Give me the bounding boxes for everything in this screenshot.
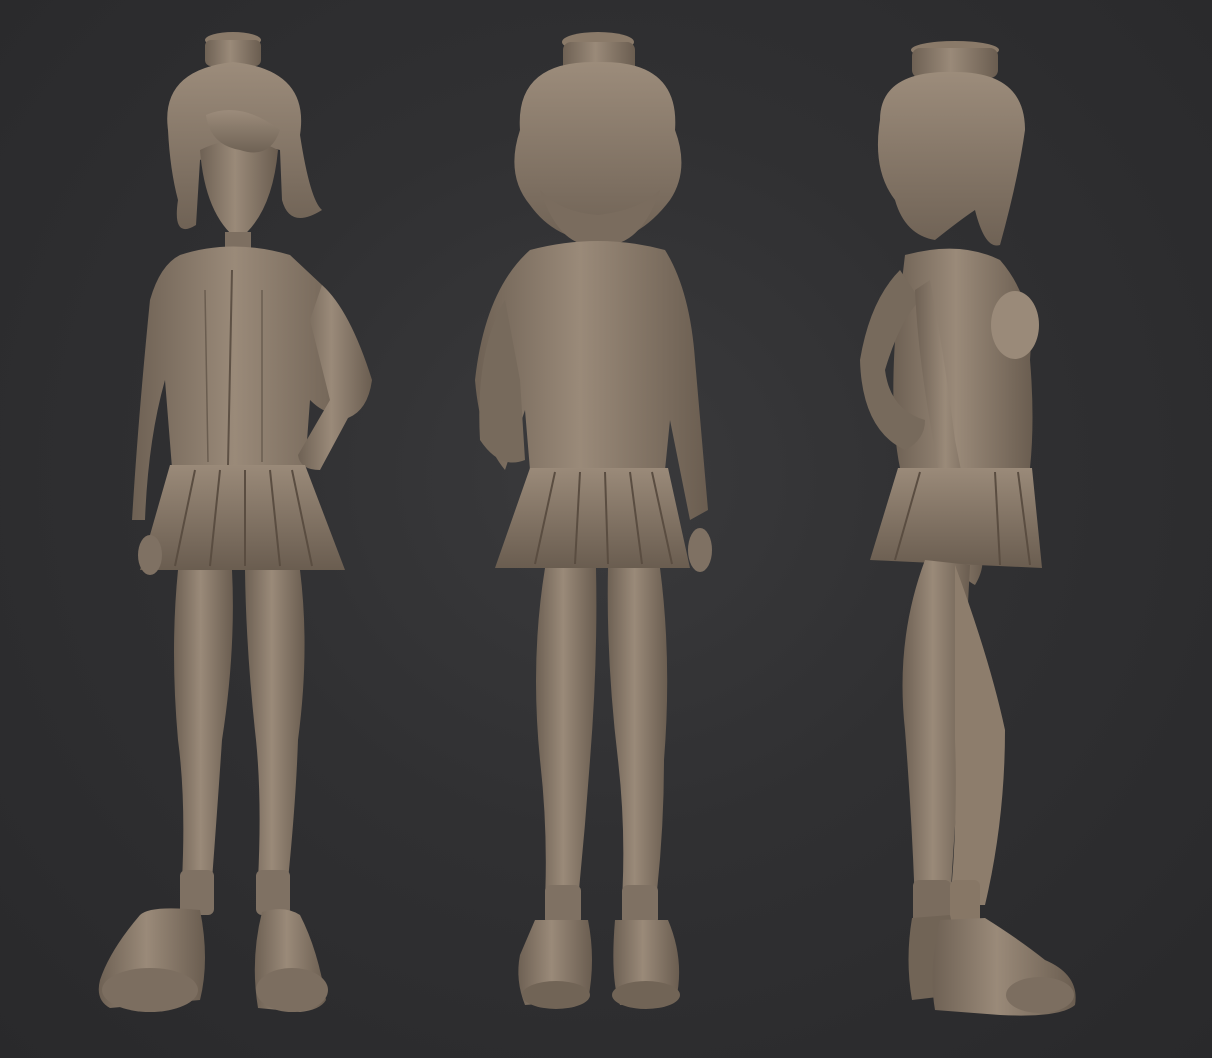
viewport-canvas[interactable]	[0, 0, 1212, 1058]
figure-back-view	[475, 32, 712, 1009]
clay-render	[98, 32, 1076, 1016]
figure-front-view	[98, 32, 372, 1012]
figure-side-view	[860, 41, 1076, 1016]
